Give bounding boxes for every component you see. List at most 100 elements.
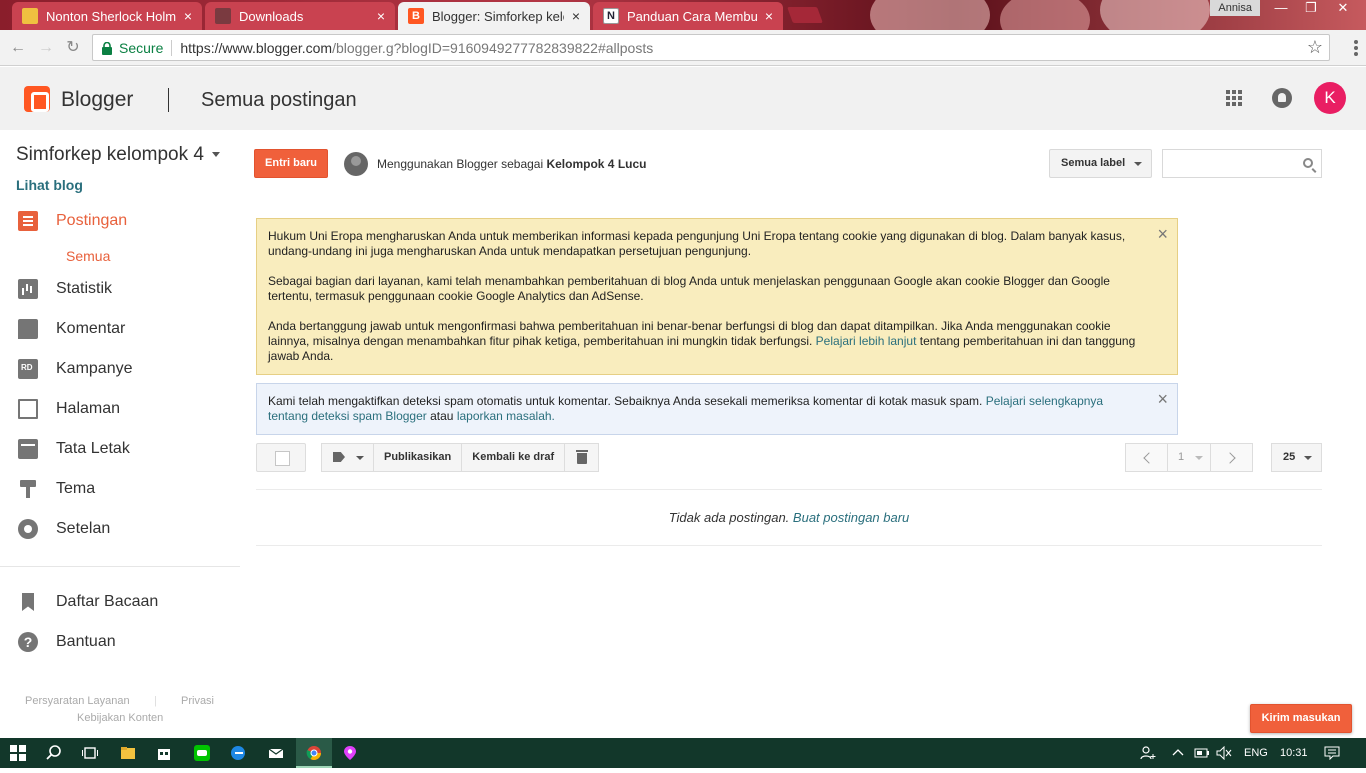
label-button[interactable] [321,443,374,472]
publish-button[interactable]: Publikasikan [373,443,463,472]
tab-close-icon[interactable]: × [377,8,385,24]
tab-title: Downloads [239,8,304,24]
tab-close-icon[interactable]: × [572,8,580,24]
search-input[interactable] [1162,149,1322,178]
back-icon[interactable]: ← [8,38,28,58]
browser-toolbar: ← → ↻ Secure https://www.blogger.com/blo… [0,30,1366,66]
edge-button[interactable] [220,738,256,768]
account-avatar[interactable]: K [1314,82,1346,114]
delete-button[interactable] [564,443,600,472]
layout-icon [18,439,38,459]
sidebar-item-label: Tema [56,480,96,497]
stats-icon [18,279,38,299]
sidebar-item-stats[interactable]: Statistik [0,271,240,307]
chevron-down-icon [1304,456,1312,460]
chrome-taskbar-button[interactable] [296,738,332,768]
sidebar-item-label: Setelan [56,520,111,537]
notifications-bell-icon[interactable] [1272,88,1292,108]
gear-icon [18,519,38,539]
profile-button[interactable]: Annisa [1210,0,1260,16]
people-icon[interactable] [1140,738,1156,768]
maps-app-button[interactable] [332,738,368,768]
lock-icon [101,41,113,55]
theme-icon [18,479,38,499]
select-all-checkbox[interactable] [256,443,306,472]
tab-panduan[interactable]: N Panduan Cara Membuat × [593,2,783,30]
close-window-icon[interactable]: ✕ [1328,0,1358,18]
send-feedback-button[interactable]: Kirim masukan [1250,704,1352,733]
minimize-icon[interactable]: — [1266,0,1296,18]
tab-sherlock[interactable]: Nonton Sherlock Holmes × [12,2,202,30]
sidebar-item-pages[interactable]: Halaman [0,391,240,427]
language-indicator[interactable]: ENG [1244,738,1268,768]
posts-per-page-select[interactable]: 25 [1271,443,1322,472]
new-tab-button[interactable] [787,7,823,23]
report-issue-link[interactable]: laporkan masalah. [457,409,555,423]
sidebar-divider [0,566,240,567]
secure-label: Secure [119,39,164,56]
search-icon[interactable] [1303,158,1313,168]
learn-more-link[interactable]: Pelajari lebih lanjut [816,334,917,348]
store-button[interactable] [146,738,182,768]
sidebar-item-settings[interactable]: Setelan [0,511,240,547]
browser-tab-strip: Nonton Sherlock Holmes × Downloads × B B… [0,0,1366,30]
label-filter-dropdown[interactable]: Semua label [1049,149,1152,178]
previous-page-button[interactable] [1125,443,1168,472]
sidebar-item-posts[interactable]: Postingan [0,203,240,239]
reload-icon[interactable]: ↻ [63,38,83,58]
trash-icon [576,450,589,464]
sidebar-item-comments[interactable]: Komentar [0,311,240,347]
battery-icon[interactable] [1194,738,1210,768]
search-taskbar-button[interactable] [36,738,72,768]
close-icon[interactable]: × [1157,390,1168,408]
next-page-button[interactable] [1210,443,1253,472]
pages-icon [18,399,38,419]
browser-menu-icon[interactable] [1354,40,1358,58]
tab-downloads[interactable]: Downloads × [205,2,395,30]
windows-logo-icon [10,745,26,761]
tab-blogger[interactable]: B Blogger: Simforkep kelom × [398,2,590,30]
task-view-button[interactable] [72,738,108,768]
view-blog-link[interactable]: Lihat blog [16,177,83,193]
privacy-link[interactable]: Privasi [181,695,214,707]
sidebar-item-label: Kampanye [56,360,133,377]
action-center-icon[interactable] [1324,738,1340,768]
sidebar-item-campaigns[interactable]: Kampanye [0,351,240,387]
create-post-link[interactable]: Buat postingan baru [793,510,909,525]
app-header: Blogger Semua postingan K [0,67,1366,130]
terms-link[interactable]: Persyaratan Layanan [25,695,130,707]
volume-muted-icon[interactable] [1216,738,1232,768]
restore-icon[interactable]: ❐ [1296,0,1326,18]
line-app-button[interactable] [184,738,220,768]
sidebar-item-help[interactable]: ? Bantuan [0,624,240,660]
blog-selector[interactable]: Simforkep kelompok 4 [16,144,220,166]
clock[interactable]: 10:31 [1280,738,1308,768]
address-bar[interactable]: Secure https://www.blogger.com/blogger.g… [92,34,1330,61]
page-select[interactable]: 1 [1167,443,1211,472]
tab-close-icon[interactable]: × [765,8,773,24]
apps-grid-icon[interactable] [1226,90,1242,106]
sidebar-item-reading-list[interactable]: Daftar Bacaan [0,584,240,620]
footer-separator: | [154,695,157,707]
revert-to-draft-button[interactable]: Kembali ke draf [461,443,566,472]
sidebar-item-label: Halaman [56,400,121,417]
pagination: 1 [1125,443,1253,472]
forward-icon[interactable]: → [36,38,56,58]
chevron-down-icon [211,152,220,158]
start-button[interactable] [0,738,36,768]
new-post-button[interactable]: Entri baru [254,149,328,178]
bookmark-star-icon[interactable]: ☆ [1307,37,1323,58]
sidebar-item-theme[interactable]: Tema [0,471,240,507]
using-as-text: Menggunakan Blogger sebagai Kelompok 4 L… [377,157,646,171]
content-policy-link[interactable]: Kebijakan Konten [77,712,163,724]
sidebar-item-label: Komentar [56,320,126,337]
close-icon[interactable]: × [1157,225,1168,243]
tab-close-icon[interactable]: × [184,8,192,24]
mail-button[interactable] [258,738,294,768]
brand-name[interactable]: Blogger [61,88,133,112]
sidebar-item-layout[interactable]: Tata Letak [0,431,240,467]
file-explorer-button[interactable] [110,738,146,768]
sidebar-subitem-all[interactable]: Semua [66,248,110,264]
chevron-up-icon[interactable] [1172,738,1184,768]
blogger-logo-icon[interactable] [24,86,50,112]
